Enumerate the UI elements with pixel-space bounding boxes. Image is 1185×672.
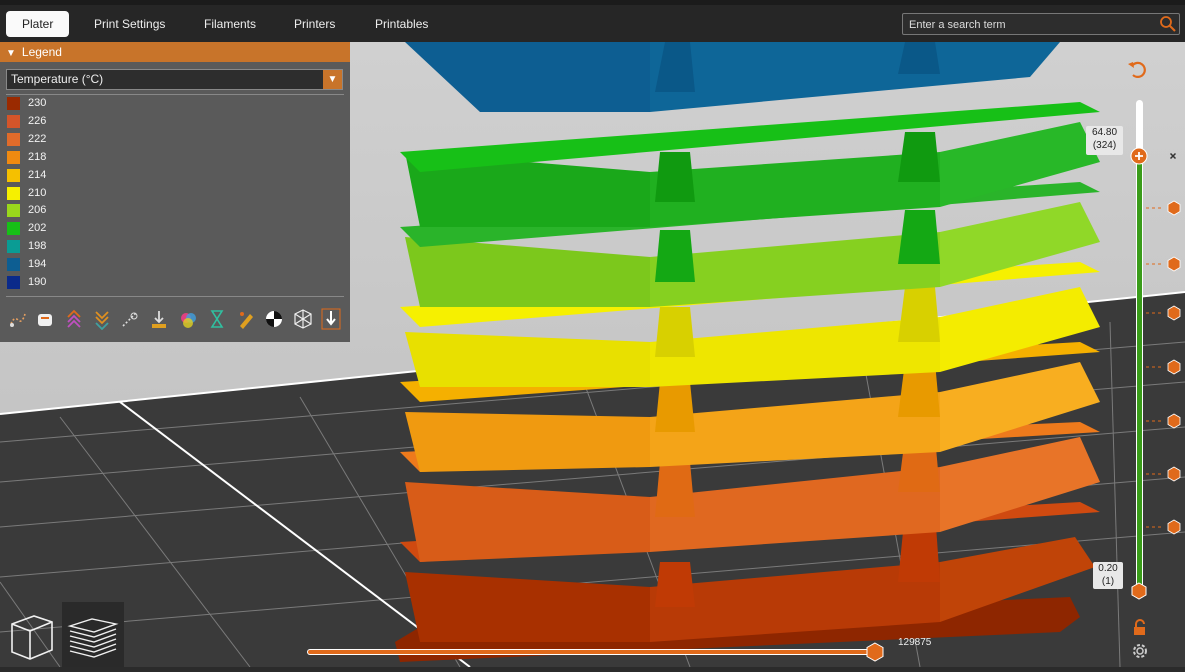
tab-filaments[interactable]: Filaments	[188, 11, 272, 37]
view-type-selected: Temperature (°C)	[11, 72, 104, 86]
legend-item-label: 206	[28, 204, 47, 217]
legend-item-label: 214	[28, 168, 47, 181]
horizontal-thumb[interactable]	[865, 642, 885, 662]
legend-color-swatch	[7, 132, 20, 146]
bottom-layer-height: 0.20	[1098, 563, 1118, 574]
top-layer-number: (324)	[1092, 140, 1117, 151]
tab-print-settings[interactable]: Print Settings	[78, 11, 181, 37]
color-changes-icon[interactable]	[178, 308, 198, 330]
legend-item-label: 226	[28, 114, 47, 127]
deretractions-icon[interactable]	[92, 308, 112, 330]
collapse-triangle-icon: ▼	[6, 48, 16, 59]
wipe-icon[interactable]	[35, 308, 55, 330]
layers-icon	[67, 618, 119, 658]
top-thumb[interactable]	[1130, 147, 1148, 165]
legend-divider	[6, 296, 344, 297]
color-change-marker-icon[interactable]	[1146, 466, 1185, 482]
retractions-icon[interactable]	[64, 308, 84, 330]
color-change-marker-icon[interactable]	[1146, 519, 1185, 535]
top-layer-label: 64.80 (324)	[1086, 126, 1123, 155]
tool-changes-icon[interactable]	[149, 308, 169, 330]
tab-printables[interactable]: Printables	[359, 11, 444, 37]
legend-item-label: 222	[28, 132, 47, 145]
tab-printers[interactable]: Printers	[278, 11, 351, 37]
color-change-marker-icon[interactable]	[1146, 413, 1185, 429]
top-bar: Plater Print Settings Filaments Printers…	[0, 0, 1185, 42]
close-icon[interactable]	[1166, 149, 1180, 163]
legend-item-label: 210	[28, 186, 47, 199]
legend-color-swatch	[7, 186, 20, 200]
legend-item-label: 194	[28, 258, 47, 271]
search-input[interactable]	[907, 16, 1159, 34]
color-change-marker-icon[interactable]	[1146, 200, 1185, 216]
dropdown-arrow-icon[interactable]: ▼	[323, 70, 342, 89]
legend-color-swatch	[7, 97, 20, 110]
legend-title: Legend	[21, 45, 62, 59]
search-box	[902, 13, 1180, 35]
search-icon[interactable]	[1159, 15, 1177, 38]
top-layer-height: 64.80	[1091, 127, 1118, 138]
legend-panel: ▼ Legend Temperature (°C) ▼ 230 226 222 218 2…	[0, 42, 350, 342]
lock-icon[interactable]	[1131, 619, 1149, 637]
center-of-gravity-icon[interactable]	[264, 308, 284, 330]
vertical-slider-fill	[1137, 156, 1142, 590]
color-change-marker-icon[interactable]	[1146, 359, 1185, 375]
travel-icon[interactable]	[8, 308, 28, 330]
legend-color-swatch	[7, 114, 20, 128]
legend-color-swatch	[7, 150, 20, 164]
undo-arrow-icon[interactable]	[1126, 58, 1150, 82]
legend-color-swatch	[7, 204, 20, 218]
bottom-layer-number: (1)	[1101, 576, 1115, 587]
legend-divider	[6, 94, 344, 95]
settings-gear-icon[interactable]	[1131, 642, 1149, 660]
view-type-select[interactable]: Temperature (°C) ▼	[6, 69, 343, 90]
legend-color-swatch	[7, 168, 20, 182]
bottom-thumb[interactable]	[1130, 582, 1148, 600]
legend-header[interactable]: ▼ Legend	[0, 42, 350, 62]
legend-color-swatch	[7, 222, 20, 236]
legend-item-label: 190	[28, 276, 47, 288]
horizontal-slider-fill	[308, 650, 873, 654]
color-change-marker-icon[interactable]	[1146, 256, 1185, 272]
custom-gcodes-icon[interactable]	[236, 308, 256, 330]
legend-item-label: 218	[28, 150, 47, 163]
preview-button[interactable]	[62, 602, 124, 667]
cube-icon	[11, 615, 53, 660]
bottom-layer-label: 0.20 (1)	[1093, 562, 1123, 589]
tool-marker-icon[interactable]	[321, 308, 341, 330]
legend-item-label: 230	[28, 97, 47, 109]
3d-view-button[interactable]	[0, 602, 62, 667]
horizontal-slider-value: 129875	[898, 637, 932, 648]
pause-prints-icon[interactable]	[207, 308, 227, 330]
tab-plater[interactable]: Plater	[6, 11, 70, 37]
legend-color-swatch	[7, 240, 20, 254]
shells-icon[interactable]	[293, 308, 313, 330]
legend-color-swatch	[7, 276, 20, 289]
seams-icon[interactable]	[120, 308, 140, 330]
legend-item-label: 198	[28, 240, 47, 253]
legend-item-label: 202	[28, 222, 47, 235]
legend-color-swatch	[7, 258, 20, 272]
color-change-marker-icon[interactable]	[1146, 305, 1185, 321]
